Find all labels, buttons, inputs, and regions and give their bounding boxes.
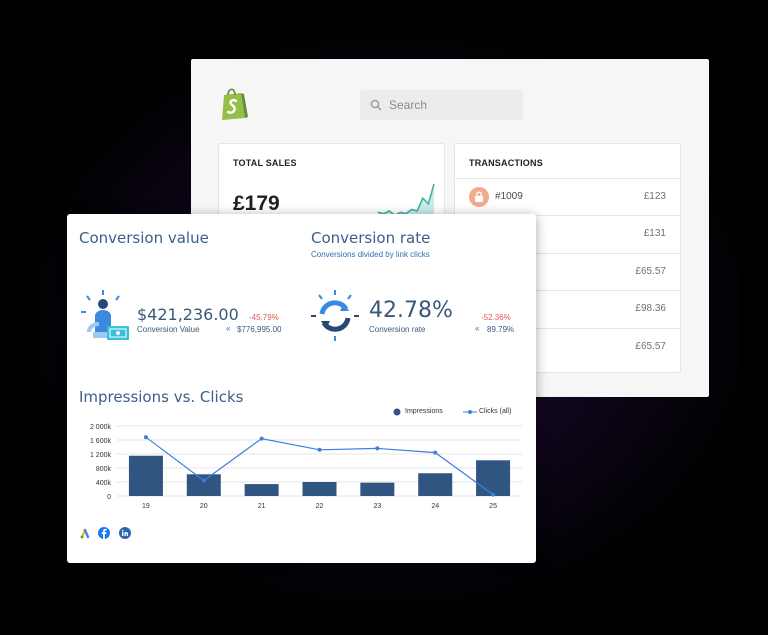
y-tick-label: 2 000k	[90, 424, 112, 431]
clicks-point	[433, 450, 438, 455]
transaction-amount: £65.57	[635, 341, 666, 352]
x-tick-label: 24	[431, 503, 439, 510]
google-ads-icon	[80, 528, 90, 539]
x-tick-label: 23	[373, 503, 381, 510]
x-tick-label: 21	[258, 503, 266, 510]
impressions-clicks-chart: 0 400k 800k 1 200k 1 600k 2 000k 19 20 21 22 23 24 2…	[90, 424, 522, 510]
y-tick-label: 1 600k	[90, 438, 112, 445]
transaction-amount: £65.57	[635, 266, 666, 277]
impressions-bar	[128, 455, 163, 496]
impressions-bar	[244, 484, 279, 496]
clicks-point	[259, 436, 264, 441]
transaction-row[interactable]: #1009 £123	[455, 178, 680, 216]
transaction-id: #1009	[495, 191, 523, 202]
x-tick-label: 20	[200, 503, 208, 510]
total-sales-label: TOTAL SALES	[233, 158, 297, 168]
x-tick-label: 22	[316, 503, 324, 510]
search-placeholder: Search	[389, 98, 428, 112]
transactions-label: TRANSACTIONS	[469, 158, 543, 168]
transaction-amount: £123	[643, 191, 666, 202]
facebook-icon	[98, 527, 110, 539]
impressions-bar	[418, 473, 453, 496]
x-tick-label: 25	[489, 503, 497, 510]
y-tick-label: 1 200k	[90, 452, 112, 459]
impressions-bar	[186, 474, 221, 496]
clicks-point	[143, 435, 148, 440]
impressions-bar	[302, 482, 337, 496]
impressions-bar	[476, 460, 511, 496]
search-input[interactable]: Search	[360, 90, 523, 120]
y-tick-label: 400k	[96, 480, 112, 487]
clicks-point	[375, 446, 380, 451]
clicks-point	[317, 447, 322, 452]
total-sales-value: £179	[233, 192, 280, 215]
shopify-logo-icon	[219, 87, 249, 121]
transaction-amount: £98.36	[635, 303, 666, 314]
lock-icon	[469, 187, 489, 207]
y-tick-label: 800k	[96, 466, 112, 473]
impressions-bar	[360, 482, 395, 496]
linkedin-icon	[119, 527, 131, 539]
y-tick-label: 0	[107, 494, 111, 501]
clicks-point	[201, 478, 206, 483]
transaction-amount: £131	[643, 228, 666, 239]
dashboard-panel: Conversion value Conversion rate Convers…	[67, 214, 536, 563]
search-icon	[370, 99, 382, 111]
x-tick-label: 19	[142, 503, 150, 510]
clicks-point	[491, 492, 496, 497]
